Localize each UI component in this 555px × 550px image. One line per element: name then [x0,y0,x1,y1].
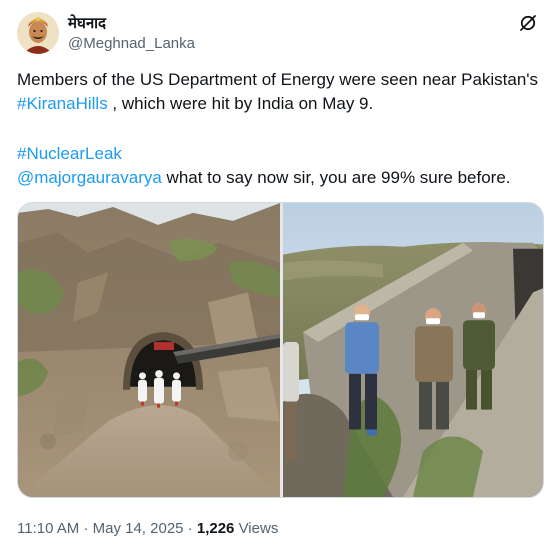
tweet-paragraph-2: #NuclearLeak [17,142,542,166]
avatar[interactable] [17,12,59,54]
tweet-card: मेघनाद @Meghnad_Lanka Members of the US … [0,0,555,550]
tweet-text-suffix: , which were hit by India on May 9. [107,94,374,113]
tweet-time[interactable]: 11:10 AM [17,520,79,537]
tweet-header: मेघनाद @Meghnad_Lanka [17,12,547,56]
mention-majorgauravarya[interactable]: @majorgauravarya [17,168,162,187]
tunnel-photo[interactable] [18,203,280,497]
tweet-text: Members of the US Department of Energy w… [17,68,542,190]
tweet-paragraph-3: @majorgauravarya what to say now sir, yo… [17,166,542,190]
tweet-date[interactable]: May 14, 2025 [93,520,184,537]
tweet-text-prefix: Members of the US Department of Energy w… [17,70,539,89]
media-grid [17,202,544,498]
views-count[interactable]: 1,226 [197,520,235,537]
grok-button[interactable] [515,12,541,38]
bunker-photo[interactable] [283,203,543,497]
hashtag-nuclearleak[interactable]: #NuclearLeak [17,144,122,163]
meta-separator: · [79,520,93,537]
display-name[interactable]: मेघनाद [68,14,195,34]
author-names: मेघनाद @Meghnad_Lanka [68,14,195,54]
tweet-paragraph-1: Members of the US Department of Energy w… [17,68,542,116]
tweet-text-reply: what to say now sir, you are 99% sure be… [161,168,511,187]
meta-separator: · [183,520,197,537]
hashtag-kiranahills[interactable]: #KiranaHills [17,94,108,113]
author-handle[interactable]: @Meghnad_Lanka [68,34,195,54]
grok-icon [518,13,538,38]
views-label: Views [234,520,279,537]
tweet-meta: 11:10 AM · May 14, 2025 · 1,226 Views [17,519,278,539]
